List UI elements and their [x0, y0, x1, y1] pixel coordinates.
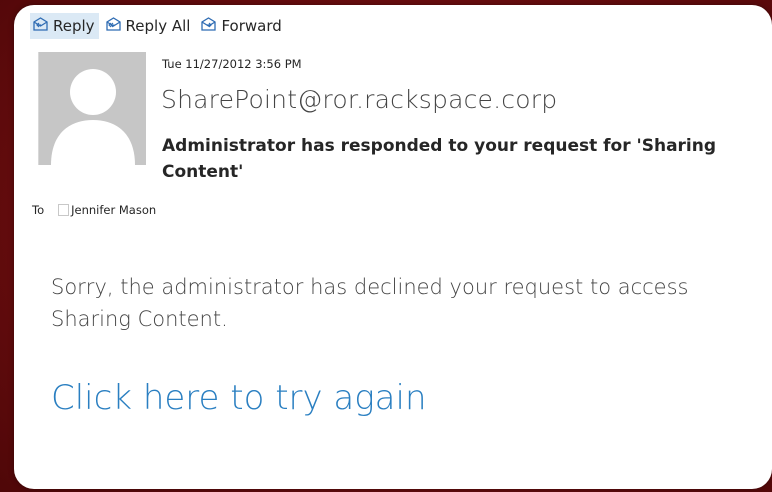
message-toolbar: Reply Reply All Forward	[30, 13, 290, 39]
reply-label: Reply	[53, 17, 95, 35]
sender-address[interactable]: SharePoint@ror.rackspace.corp	[161, 85, 557, 114]
message-body: Sorry, the administrator has declined yo…	[51, 275, 689, 331]
try-again-link[interactable]: Click here to try again	[51, 378, 427, 418]
reply-all-button[interactable]: Reply All	[103, 13, 195, 39]
to-label: To	[32, 203, 45, 217]
reply-all-icon	[105, 17, 126, 35]
sender-avatar	[30, 52, 146, 165]
message-reading-pane: Reply Reply All Forward Tue 11/27/2012 3…	[14, 5, 772, 489]
message-date: Tue 11/27/2012 3:56 PM	[162, 57, 302, 71]
forward-label: Forward	[221, 17, 282, 35]
recipients-row: To Jennifer Mason	[32, 203, 156, 217]
message-subject: Administrator has responded to your requ…	[162, 136, 717, 182]
recipient-presence-box	[58, 204, 70, 216]
reply-icon	[32, 17, 53, 35]
forward-button[interactable]: Forward	[198, 13, 285, 39]
person-silhouette-icon	[31, 52, 146, 165]
avatar-frame	[30, 52, 39, 165]
recipient-name[interactable]: Jennifer Mason	[71, 203, 156, 217]
forward-icon	[200, 17, 221, 35]
reply-button[interactable]: Reply	[30, 13, 99, 39]
reply-all-label: Reply All	[125, 17, 191, 35]
